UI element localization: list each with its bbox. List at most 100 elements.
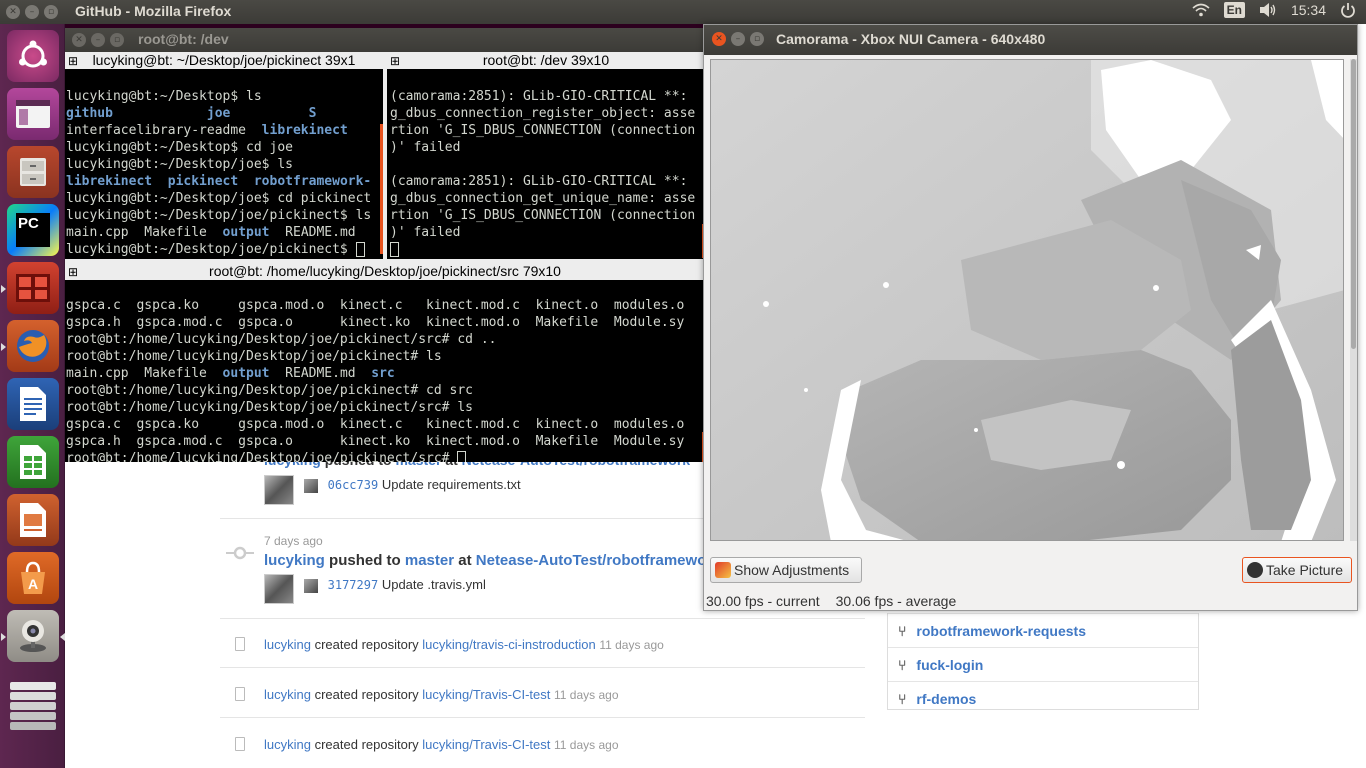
camorama-titlebar[interactable]: ✕ – ▫ Camorama - Xbox NUI Camera - 640x4… — [704, 25, 1357, 55]
minimize-button[interactable]: – — [731, 32, 745, 46]
created-user-link[interactable]: lucyking — [264, 737, 311, 752]
created-repo-link[interactable]: lucyking/Travis-CI-test — [422, 737, 550, 752]
term-line: g_dbus_connection_get_unique_name: asse — [390, 191, 696, 206]
workspace-switcher-icon[interactable] — [7, 674, 59, 768]
created-user-link[interactable]: lucyking — [264, 637, 311, 652]
fps-current: 30.00 fps - current — [706, 593, 820, 609]
term-line: lucyking@bt:~/Desktop/joe/pickinect$ — [66, 241, 382, 258]
sidebar-repo-item[interactable]: ⑂ robotframework-requests — [888, 613, 1198, 647]
clock[interactable]: 15:34 — [1291, 2, 1326, 18]
term-line: gspca.h gspca.mod.c gspca.o kinect.ko ki… — [66, 315, 685, 330]
commit-row: 06cc739 Update requirements.txt — [304, 477, 521, 493]
take-picture-button[interactable]: Take Picture — [1242, 557, 1352, 583]
created-repo-item: lucyking created repository lucyking/Tra… — [264, 737, 619, 752]
feed-repo-link[interactable]: Netease-AutoTest/robotframework — [476, 552, 721, 569]
term-line: )' failed — [390, 225, 461, 240]
ubuntu-dash-icon[interactable] — [7, 30, 59, 82]
depth-image — [711, 60, 1343, 540]
maximize-button[interactable]: ▫ — [110, 33, 124, 47]
term-line: main.cpp Makefile output README.md src — [66, 366, 395, 381]
created-time: 11 days ago — [554, 688, 619, 702]
terminal-titlebar[interactable]: ✕ – ▫ root@bt: /dev — [65, 28, 705, 52]
wifi-icon[interactable] — [1192, 3, 1210, 17]
webcam-icon[interactable] — [7, 610, 59, 662]
pycharm-icon[interactable]: PC — [7, 204, 59, 256]
minimize-button[interactable]: – — [25, 5, 39, 19]
terminal-window-title: root@bt: /dev — [138, 31, 229, 47]
vertical-scrollbar[interactable] — [1350, 59, 1357, 541]
libreoffice-impress-icon[interactable] — [7, 494, 59, 546]
software-center-icon[interactable]: A — [7, 552, 59, 604]
sidebar-repo-item[interactable]: ⑂ rf-demos — [888, 681, 1198, 715]
show-adjustments-label: Show Adjustments — [734, 562, 850, 578]
pane-2-terminal[interactable]: (camorama:2851): GLib-GIO-CRITICAL **: g_… — [387, 69, 705, 259]
avatar[interactable] — [264, 574, 294, 604]
created-repo-link[interactable]: lucyking/travis-ci-instroduction — [422, 637, 595, 652]
libreoffice-calc-icon[interactable] — [7, 436, 59, 488]
status-bar: 30.00 fps - current 30.06 fps - average — [706, 593, 956, 609]
scrollbar-thumb[interactable] — [1351, 59, 1356, 349]
volume-icon[interactable] — [1259, 2, 1277, 18]
fps-average: 30.06 fps - average — [835, 593, 957, 609]
active-window-title: GitHub - Mozilla Firefox — [75, 3, 232, 19]
commit-sha-link[interactable]: 06cc739 — [328, 478, 379, 492]
avatar[interactable] — [264, 475, 294, 505]
feed-divider — [220, 618, 865, 619]
sidebar-repo-label: robotframework-requests — [916, 622, 1086, 639]
feed-user-link[interactable]: lucyking — [264, 552, 325, 569]
libreoffice-writer-icon[interactable] — [7, 378, 59, 430]
close-button[interactable]: ✕ — [712, 32, 726, 46]
pane-1-terminal[interactable]: lucyking@bt:~/Desktop$ ls github joe S int… — [65, 69, 383, 259]
sidebar-repo-item[interactable]: ⑂ fuck-login — [888, 647, 1198, 681]
term-line: root@bt:/home/lucyking/Desktop/joe/picki… — [66, 349, 442, 364]
red-app-icon[interactable] — [7, 262, 59, 314]
feed-divider — [220, 667, 865, 668]
grip-icon: ⊞ — [390, 54, 401, 68]
term-line: root@bt:/home/lucyking/Desktop/joe/picki… — [66, 400, 473, 415]
term-line: root@bt:/home/lucyking/Desktop/joe/picki… — [66, 383, 473, 398]
power-icon[interactable] — [1340, 2, 1356, 18]
running-indicator — [1, 343, 6, 351]
term-line: rtion 'G_IS_DBUS_CONNECTION (connection — [390, 208, 696, 223]
maximize-button[interactable]: ▫ — [44, 5, 58, 19]
created-action: created repository — [314, 637, 419, 652]
show-adjustments-button[interactable]: Show Adjustments — [710, 557, 862, 583]
created-time: 11 days ago — [554, 738, 619, 752]
term-line: github joe S — [66, 106, 317, 121]
created-user-link[interactable]: lucyking — [264, 687, 311, 702]
terminal-cursor — [390, 242, 399, 257]
pycharm-label: PC — [16, 213, 50, 247]
camera-depth-view — [710, 59, 1344, 541]
take-picture-label: Take Picture — [1266, 562, 1344, 578]
term-line: (camorama:2851): GLib-GIO-CRITICAL **: — [390, 89, 688, 104]
feed-branch-link[interactable]: master — [405, 552, 454, 569]
feed-item-2-header: lucyking pushed to master at Netease-Aut… — [264, 552, 721, 569]
keyboard-layout-indicator[interactable]: En — [1223, 2, 1245, 18]
system-tray: En 15:34 — [1192, 2, 1356, 18]
term-line: gspca.c gspca.ko gspca.mod.o kinect.c ki… — [66, 298, 685, 313]
pane-1-titlebar[interactable]: ⊞ lucyking@bt: ~/Desktop/joe/pickinect 3… — [65, 52, 383, 69]
term-line — [390, 156, 702, 173]
sidebar-repo-list: ⑂ robotframework-requests ⑂ fuck-login ⑂ rf… — [887, 613, 1199, 710]
adjustments-icon — [715, 562, 731, 578]
sidebar-repo-label: rf-demos — [916, 690, 977, 707]
term-line: )' failed — [390, 140, 461, 155]
close-button[interactable]: ✕ — [6, 5, 20, 19]
created-action: created repository — [314, 687, 419, 702]
file-cabinet-icon[interactable] — [7, 146, 59, 198]
created-repo-link[interactable]: lucyking/Travis-CI-test — [422, 687, 550, 702]
maximize-button[interactable]: ▫ — [750, 32, 764, 46]
close-button[interactable]: ✕ — [72, 33, 86, 47]
created-repo-item: lucyking created repository lucyking/Tra… — [264, 687, 619, 702]
minimize-button[interactable]: – — [91, 33, 105, 47]
commit-message: Update .travis.yml — [381, 577, 486, 592]
term-line — [390, 241, 702, 258]
pane-2-titlebar[interactable]: ⊞ root@bt: /dev 39x10 — [387, 52, 705, 69]
window-app-icon[interactable] — [7, 88, 59, 140]
commit-sha-link[interactable]: 3177297 — [328, 578, 379, 592]
pane-3-titlebar[interactable]: ⊞ root@bt: /home/lucyking/Desktop/joe/pi… — [65, 263, 705, 280]
term-line: (camorama:2851): GLib-GIO-CRITICAL **: — [390, 174, 688, 189]
firefox-icon[interactable] — [7, 320, 59, 372]
grip-icon: ⊞ — [68, 54, 79, 68]
pane-3-terminal[interactable]: gspca.c gspca.ko gspca.mod.o kinect.c ki… — [65, 280, 705, 462]
